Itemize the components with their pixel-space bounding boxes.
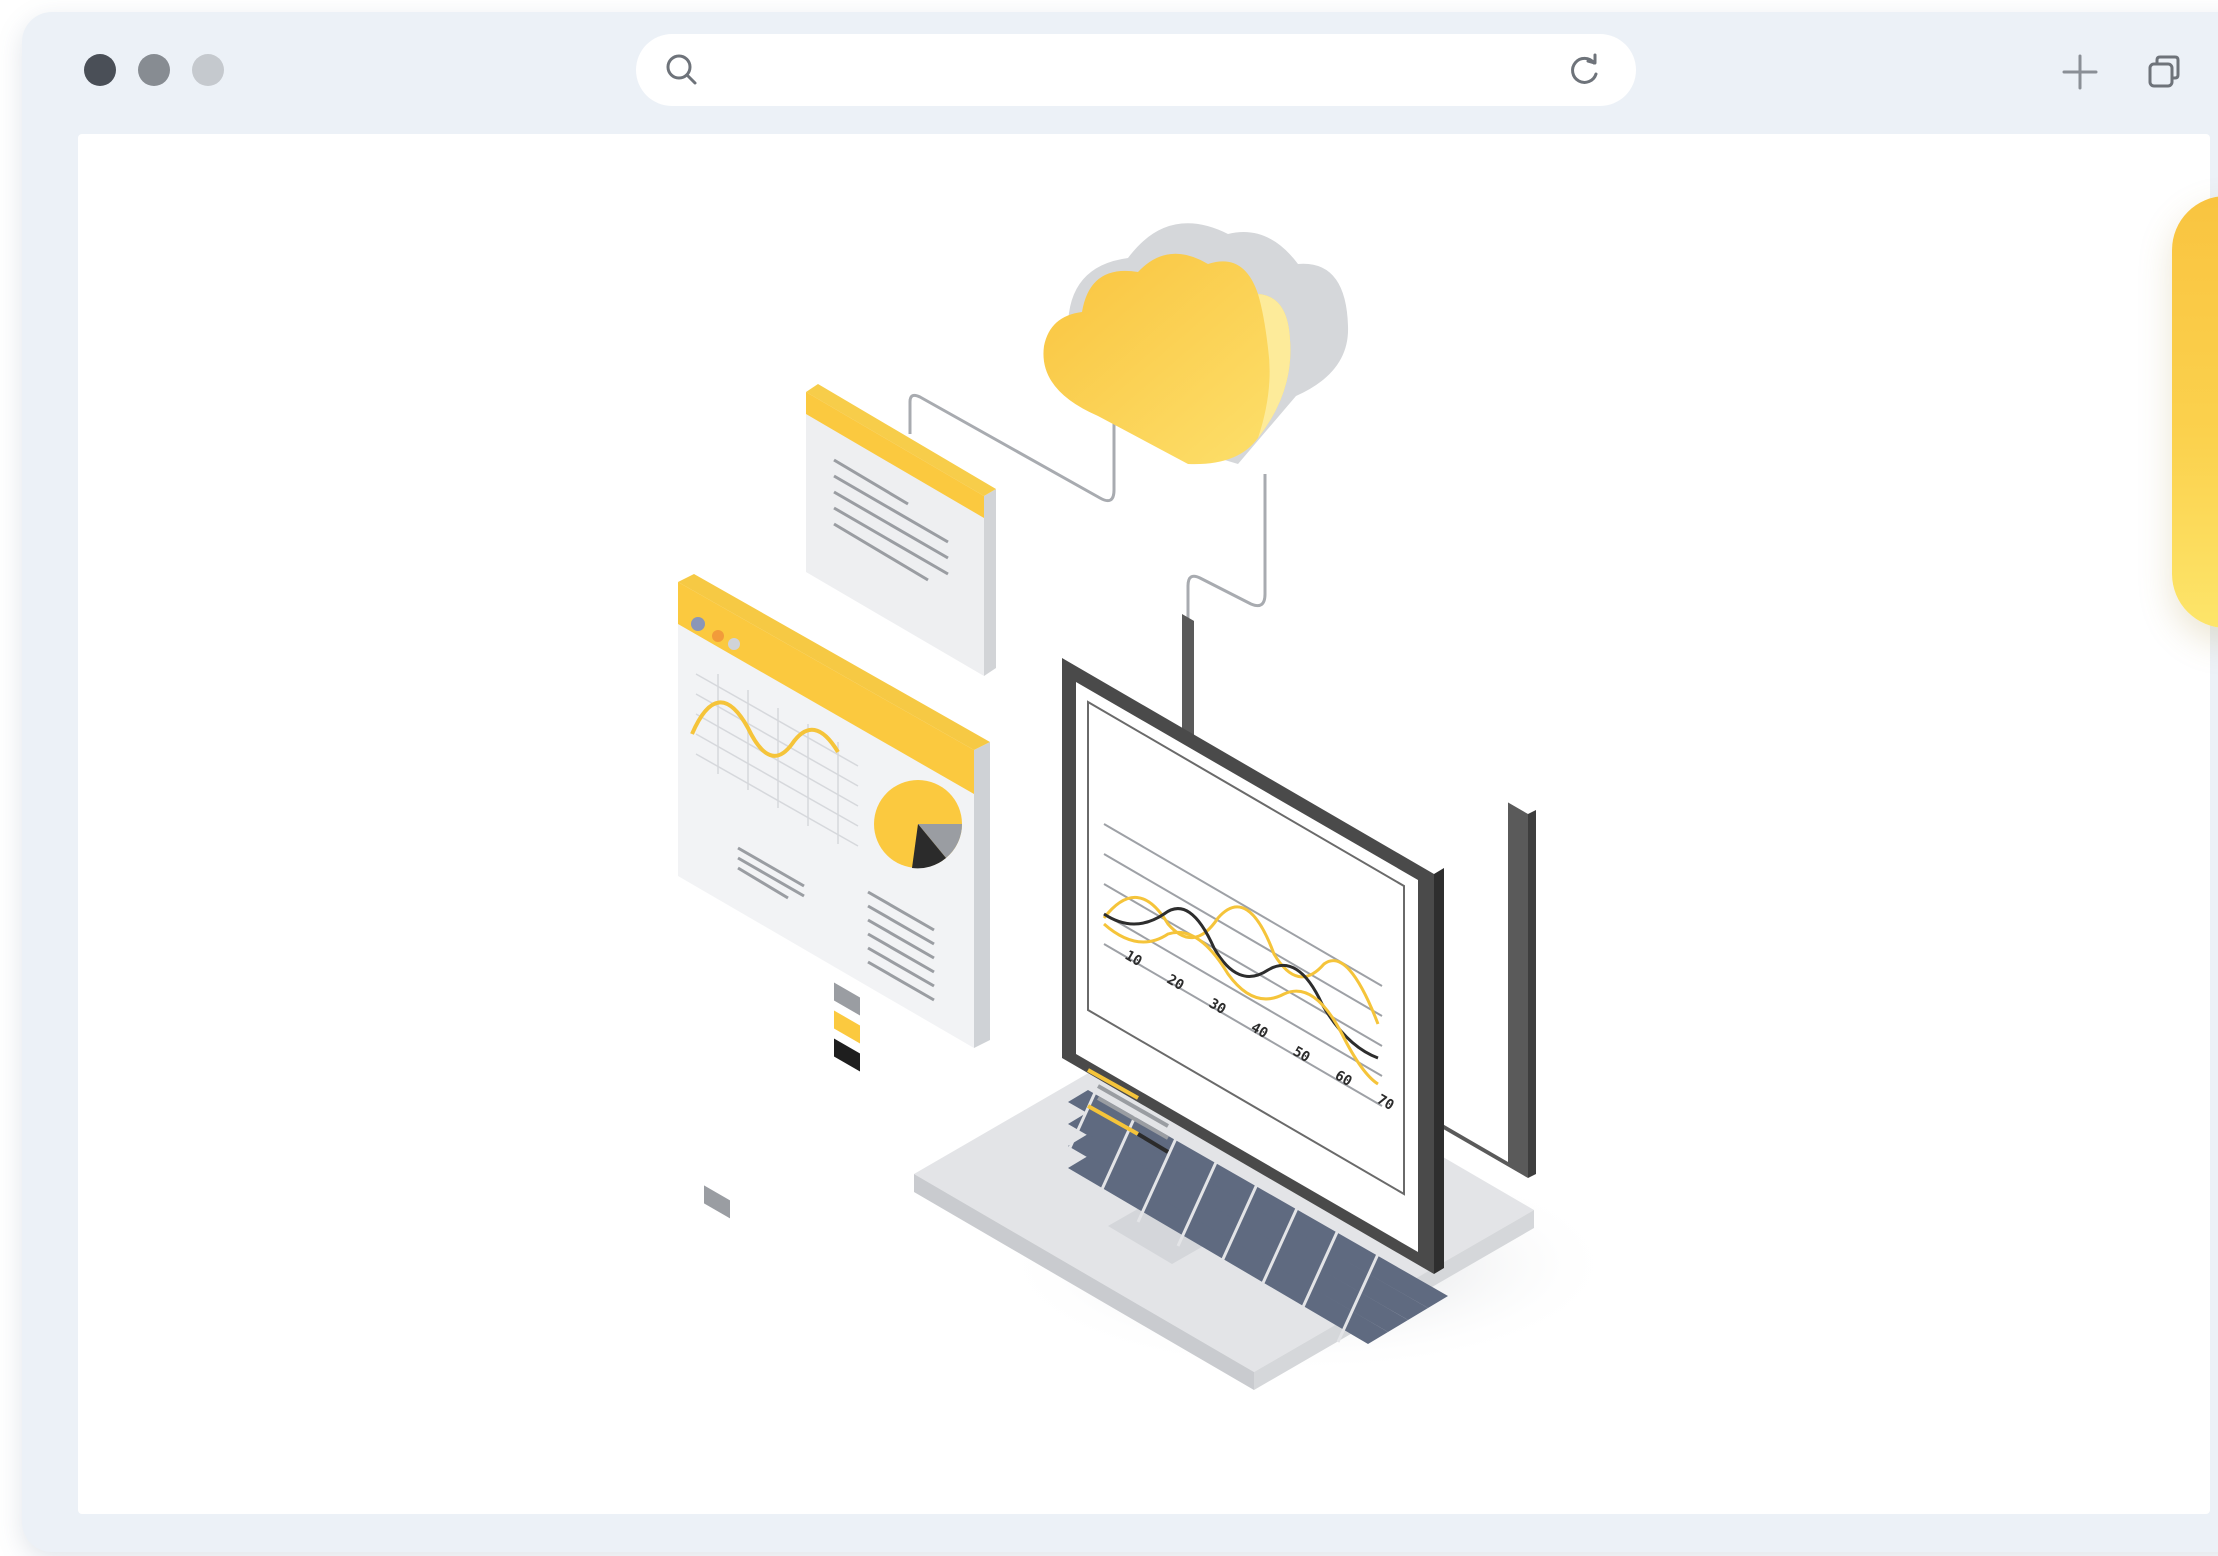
- document-sheet: [806, 384, 996, 676]
- browser-window: 10 20 30 40 50 60 70: [22, 12, 2218, 1552]
- reload-icon[interactable]: [1564, 50, 1604, 90]
- address-bar[interactable]: [636, 34, 1636, 106]
- cloud-analytics-illustration: 10 20 30 40 50 60 70: [678, 223, 1618, 1390]
- close-window-button[interactable]: [84, 54, 116, 86]
- minimize-window-button[interactable]: [138, 54, 170, 86]
- plus-icon[interactable]: [2058, 50, 2102, 94]
- title-bar: [22, 12, 2218, 122]
- side-accent-card: [2172, 196, 2218, 628]
- dashboard-panel: [678, 574, 990, 1219]
- search-icon[interactable]: [662, 50, 702, 90]
- page-content: 10 20 30 40 50 60 70: [78, 134, 2210, 1514]
- address-input[interactable]: [720, 48, 1524, 94]
- tabs-overview-icon[interactable]: [2142, 50, 2186, 94]
- cloud-icon: [1043, 223, 1349, 465]
- zoom-window-button[interactable]: [192, 54, 224, 86]
